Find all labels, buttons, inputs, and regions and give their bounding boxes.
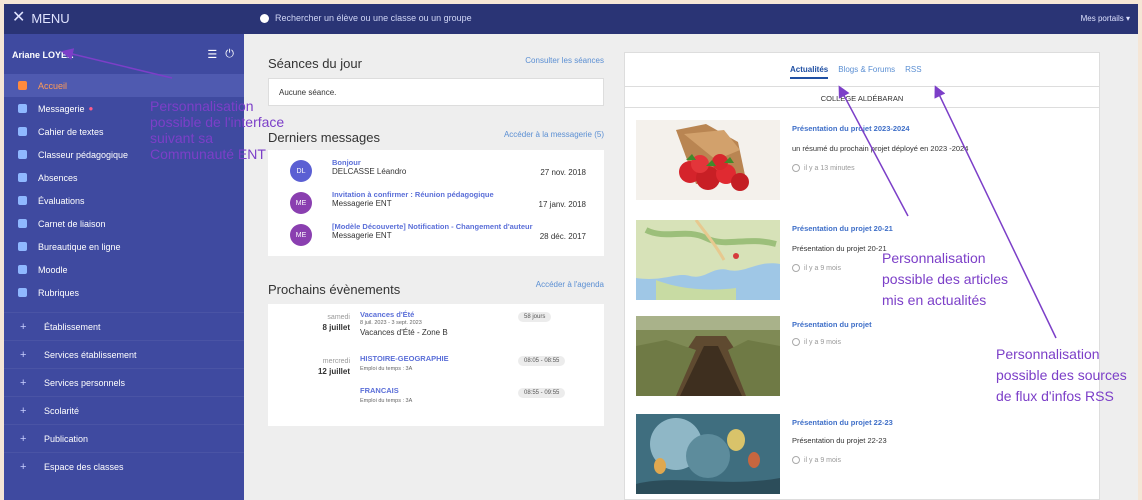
app-frame: ✕ MENU Rechercher un élève ou une classe… xyxy=(4,4,1138,500)
annotation-arrows xyxy=(61,48,1057,339)
